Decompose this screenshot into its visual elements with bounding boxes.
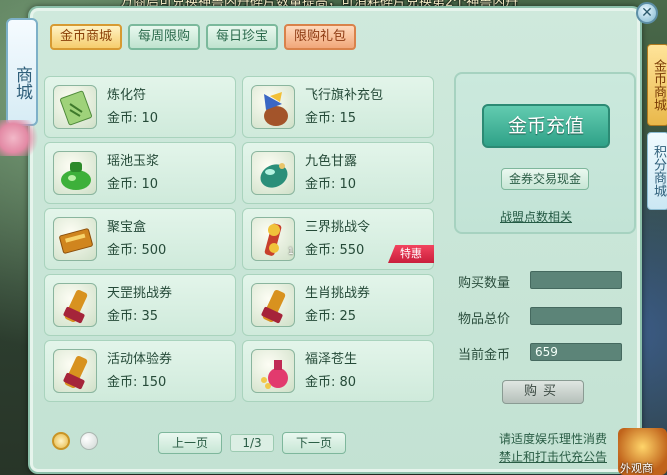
item-price: 金币: 80 [305, 375, 357, 390]
item-price: 金币: 550 [305, 243, 365, 258]
exchange-cash-button[interactable]: 金券交易现金 [501, 168, 589, 190]
item-price: 金币: 500 [107, 243, 167, 258]
item-count: 1 [288, 247, 294, 257]
flower-decoration-icon [0, 120, 44, 156]
scroll-icon [53, 283, 97, 327]
item-name: 三界挑战令 [305, 220, 371, 235]
item-name: 九色甘露 [305, 154, 358, 169]
flag-pack-icon [251, 85, 295, 129]
item-name: 瑶池玉浆 [107, 154, 160, 169]
item-price: 金币: 15 [305, 111, 357, 126]
list-item[interactable]: 九色甘露 金币: 10 [242, 142, 434, 204]
blessing-bottle-icon [251, 349, 295, 393]
item-name: 聚宝盒 [107, 220, 147, 235]
appearance-shop-label: 外观商 [620, 462, 653, 475]
total-price-field [530, 307, 622, 325]
tab-limited-packs[interactable]: 限购礼包 [284, 24, 357, 50]
side-tab-gold-mall[interactable]: 金币商城 [647, 44, 667, 126]
magnifier-icon[interactable] [52, 432, 70, 450]
list-item[interactable]: 1 三界挑战令 金币: 550 特惠 [242, 208, 434, 270]
list-item[interactable]: 聚宝盒 金币: 500 [44, 208, 236, 270]
list-item[interactable]: 瑶池玉浆 金币: 10 [44, 142, 236, 204]
indicator-dot-icon [80, 432, 98, 450]
current-gold-value: 659 [530, 343, 622, 361]
item-name: 飞行旗补充包 [305, 88, 384, 103]
discount-badge: 特惠 [388, 245, 434, 263]
treasure-box-icon [53, 217, 97, 261]
recharge-button[interactable]: 金币充值 [482, 104, 610, 148]
list-item[interactable]: 生肖挑战券 金币: 25 [242, 274, 434, 336]
item-name: 天罡挑战券 [107, 286, 173, 301]
item-price: 金币: 10 [305, 177, 357, 192]
item-price: 金币: 25 [305, 309, 357, 324]
item-name: 炼化符 [107, 88, 147, 103]
scroll-icon [251, 283, 295, 327]
side-tab-points-mall[interactable]: 积分商城 [647, 132, 667, 210]
list-item[interactable]: 福泽苍生 金币: 80 [242, 340, 434, 402]
item-name: 活动体验券 [107, 352, 173, 367]
close-button[interactable]: ✕ [636, 2, 658, 24]
scroll-icon [53, 349, 97, 393]
prev-page-button[interactable]: 上一页 [158, 432, 222, 454]
list-item[interactable]: 飞行旗补充包 金币: 15 [242, 76, 434, 138]
notice-consume: 请适度娱乐理性消费 [498, 432, 607, 446]
dew-gourd-icon [251, 151, 295, 195]
tab-gold-mall[interactable]: 金币商城 [50, 24, 123, 50]
notice-anti-proxy-link[interactable]: 禁止和打击代充公告 [499, 448, 607, 465]
tab-daily-treasure[interactable]: 每日珍宝 [206, 24, 279, 50]
item-grid: 炼化符 金币: 10 飞行旗补充包 金币: 15 瑶池玉浆 金币: 10 九色甘… [44, 76, 434, 402]
current-gold-label: 当前金币 [458, 348, 511, 363]
list-item[interactable]: 活动体验券 金币: 150 [44, 340, 236, 402]
item-name: 福泽苍生 [305, 352, 358, 367]
item-price: 金币: 10 [107, 177, 159, 192]
tab-weekly-limit[interactable]: 每周限购 [128, 24, 201, 50]
league-points-link[interactable]: 战盟点数相关 [500, 208, 572, 225]
quantity-label: 购买数量 [458, 276, 511, 291]
item-price: 金币: 35 [107, 309, 159, 324]
total-price-label: 物品总价 [458, 312, 511, 327]
item-price: 金币: 150 [107, 375, 167, 390]
item-price: 金币: 10 [107, 111, 159, 126]
list-item[interactable]: 炼化符 金币: 10 [44, 76, 236, 138]
page-indicator: 1/3 [230, 434, 274, 452]
quantity-field[interactable] [530, 271, 622, 289]
list-item[interactable]: 天罡挑战券 金币: 35 [44, 274, 236, 336]
buy-button[interactable]: 购买 [502, 380, 584, 404]
jade-pot-icon [53, 151, 97, 195]
talisman-icon [53, 85, 97, 129]
next-page-button[interactable]: 下一页 [282, 432, 346, 454]
mall-title-banner: 商城 [6, 18, 38, 126]
item-name: 生肖挑战券 [305, 286, 371, 301]
category-tabs: 金币商城 每周限购 每日珍宝 限购礼包 [50, 24, 357, 50]
